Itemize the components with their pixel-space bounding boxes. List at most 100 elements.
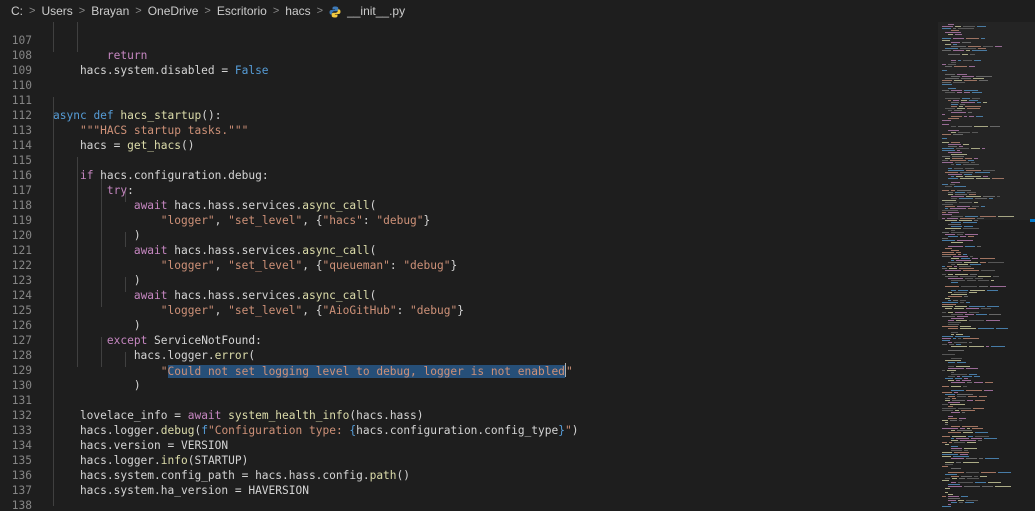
code-text[interactable]: lovelace_info = await system_health_info… xyxy=(53,408,424,423)
minimap-code-mark xyxy=(954,442,965,443)
minimap-code-mark xyxy=(951,290,956,291)
minimap-slider[interactable] xyxy=(938,22,1035,220)
code-text[interactable]: ) xyxy=(53,273,141,288)
minimap-code-mark xyxy=(942,404,948,405)
minimap-code-mark xyxy=(951,502,957,503)
minimap-code-mark xyxy=(942,452,952,453)
minimap-code-mark xyxy=(959,220,972,221)
selected-text[interactable]: Could not set logging level to debug, lo… xyxy=(167,365,565,378)
minimap-code-mark xyxy=(980,258,995,259)
code-line: 121 "logger", "set_level", {"queueman": … xyxy=(0,228,457,272)
minimap-code-mark xyxy=(963,228,979,229)
code-text[interactable]: "logger", "set_level", {"queueman": "deb… xyxy=(53,258,457,273)
minimap-code-mark xyxy=(957,376,960,377)
breadcrumb-item[interactable]: Users xyxy=(41,4,72,18)
code-text[interactable]: ) xyxy=(53,378,141,393)
minimap-code-mark xyxy=(949,344,954,345)
code-line: 110 xyxy=(0,63,32,92)
minimap-code-mark xyxy=(948,376,955,377)
minimap-code-mark xyxy=(951,450,962,451)
code-text[interactable]: await hacs.hass.services.async_call( xyxy=(53,198,377,213)
code-text[interactable]: return xyxy=(53,48,147,63)
code-text[interactable]: await hacs.hass.services.async_call( xyxy=(53,243,377,258)
breadcrumb-item[interactable]: hacs xyxy=(285,4,310,18)
minimap-code-mark xyxy=(942,266,945,267)
minimap-code-mark xyxy=(945,298,950,299)
minimap-code-mark xyxy=(942,304,956,305)
minimap-code-mark xyxy=(955,274,968,275)
code-text[interactable]: async def hacs_startup(): xyxy=(53,108,221,123)
code-text[interactable]: "Could not set logging level to debug, l… xyxy=(53,363,573,379)
minimap-code-mark xyxy=(957,430,972,431)
minimap-code-mark xyxy=(948,396,955,397)
minimap-code-mark xyxy=(963,432,973,433)
code-text[interactable]: if hacs.configuration.debug: xyxy=(53,168,269,183)
minimap-code-mark xyxy=(971,438,982,439)
code-line: 129 ) xyxy=(0,348,141,392)
breadcrumb-file[interactable]: __init__.py xyxy=(347,4,405,18)
code-text[interactable]: "logger", "set_level", {"hacs": "debug"} xyxy=(53,213,431,228)
minimap-code-mark xyxy=(942,306,953,307)
code-text[interactable]: hacs.version = VERSION xyxy=(53,438,228,453)
minimap-code-mark xyxy=(951,458,964,459)
minimap-code-mark xyxy=(978,276,991,277)
minimap-code-mark xyxy=(954,392,958,393)
minimap-code-mark xyxy=(975,432,988,433)
minimap-code-mark xyxy=(986,320,1000,321)
minimap-code-mark xyxy=(948,262,962,263)
breadcrumb-item[interactable]: Brayan xyxy=(91,4,129,18)
minimap-code-mark xyxy=(956,462,961,463)
code-text[interactable]: hacs.system.disabled = False xyxy=(53,63,269,78)
minimap-code-mark xyxy=(948,432,961,433)
minimap-code-mark xyxy=(956,438,969,439)
minimap-code-mark xyxy=(951,386,961,387)
minimap-code-mark xyxy=(978,440,982,441)
code-text[interactable]: "logger", "set_level", {"AioGitHub": "de… xyxy=(53,303,464,318)
minimap-code-mark xyxy=(945,276,958,277)
minimap-code-mark xyxy=(964,486,980,487)
code-text[interactable]: hacs = get_hacs() xyxy=(53,138,195,153)
code-text[interactable]: hacs.system.config_path = hacs.hass.conf… xyxy=(53,468,410,483)
code-text[interactable]: await hacs.hass.services.async_call( xyxy=(53,288,377,303)
minimap-code-mark xyxy=(948,274,953,275)
code-editor[interactable]: 107 return 108 hacs.system.disabled = Fa… xyxy=(0,22,930,511)
minimap-code-mark xyxy=(954,308,964,309)
minimap-code-mark xyxy=(951,230,955,231)
minimap-code-mark xyxy=(965,314,974,315)
minimap-code-mark xyxy=(948,406,953,407)
minimap-code-mark xyxy=(948,494,953,495)
breadcrumb-drive[interactable]: C: xyxy=(11,4,23,18)
minimap-code-mark xyxy=(942,354,955,355)
minimap-code-mark xyxy=(955,312,967,313)
code-text[interactable]: hacs.system.ha_version = HAVERSION xyxy=(53,483,309,498)
code-text[interactable]: ) xyxy=(53,228,141,243)
code-text[interactable]: hacs.logger.info(STARTUP) xyxy=(53,453,248,468)
code-line: 131 lovelace_info = await system_health_… xyxy=(0,378,424,422)
code-text[interactable]: ) xyxy=(53,318,141,333)
minimap-code-mark xyxy=(948,498,960,499)
minimap-code-mark xyxy=(951,250,959,251)
minimap-code-mark xyxy=(955,336,970,337)
minimap-code-mark xyxy=(942,428,958,429)
minimap-code-mark xyxy=(993,276,999,277)
code-line: 127 hacs.logger.error( xyxy=(0,318,255,362)
minimap-code-mark xyxy=(945,400,950,401)
code-text[interactable]: hacs.logger.debug(f"Configuration type: … xyxy=(53,423,579,438)
code-text[interactable]: """HACS startup tasks.""" xyxy=(53,123,248,138)
code-text[interactable]: try: xyxy=(53,183,134,198)
minimap-code-mark xyxy=(958,408,971,409)
minimap-code-mark xyxy=(966,472,979,473)
minimap-code-mark xyxy=(948,236,958,237)
minimap-code-mark xyxy=(967,442,976,443)
breadcrumb-item[interactable]: OneDrive xyxy=(148,4,199,18)
minimap-code-mark xyxy=(989,314,1001,315)
minimap-code-mark xyxy=(945,228,961,229)
code-text[interactable]: except ServiceNotFound: xyxy=(53,333,262,348)
code-line: 117 await hacs.hass.services.async_call( xyxy=(0,168,377,212)
breadcrumb-item[interactable]: Escritorio xyxy=(217,4,267,18)
minimap-code-mark xyxy=(945,270,961,271)
code-text[interactable]: hacs.logger.error( xyxy=(53,348,255,363)
minimap-code-mark xyxy=(955,306,967,307)
minimap-code-mark xyxy=(951,476,959,477)
minimap-code-mark xyxy=(951,430,955,431)
